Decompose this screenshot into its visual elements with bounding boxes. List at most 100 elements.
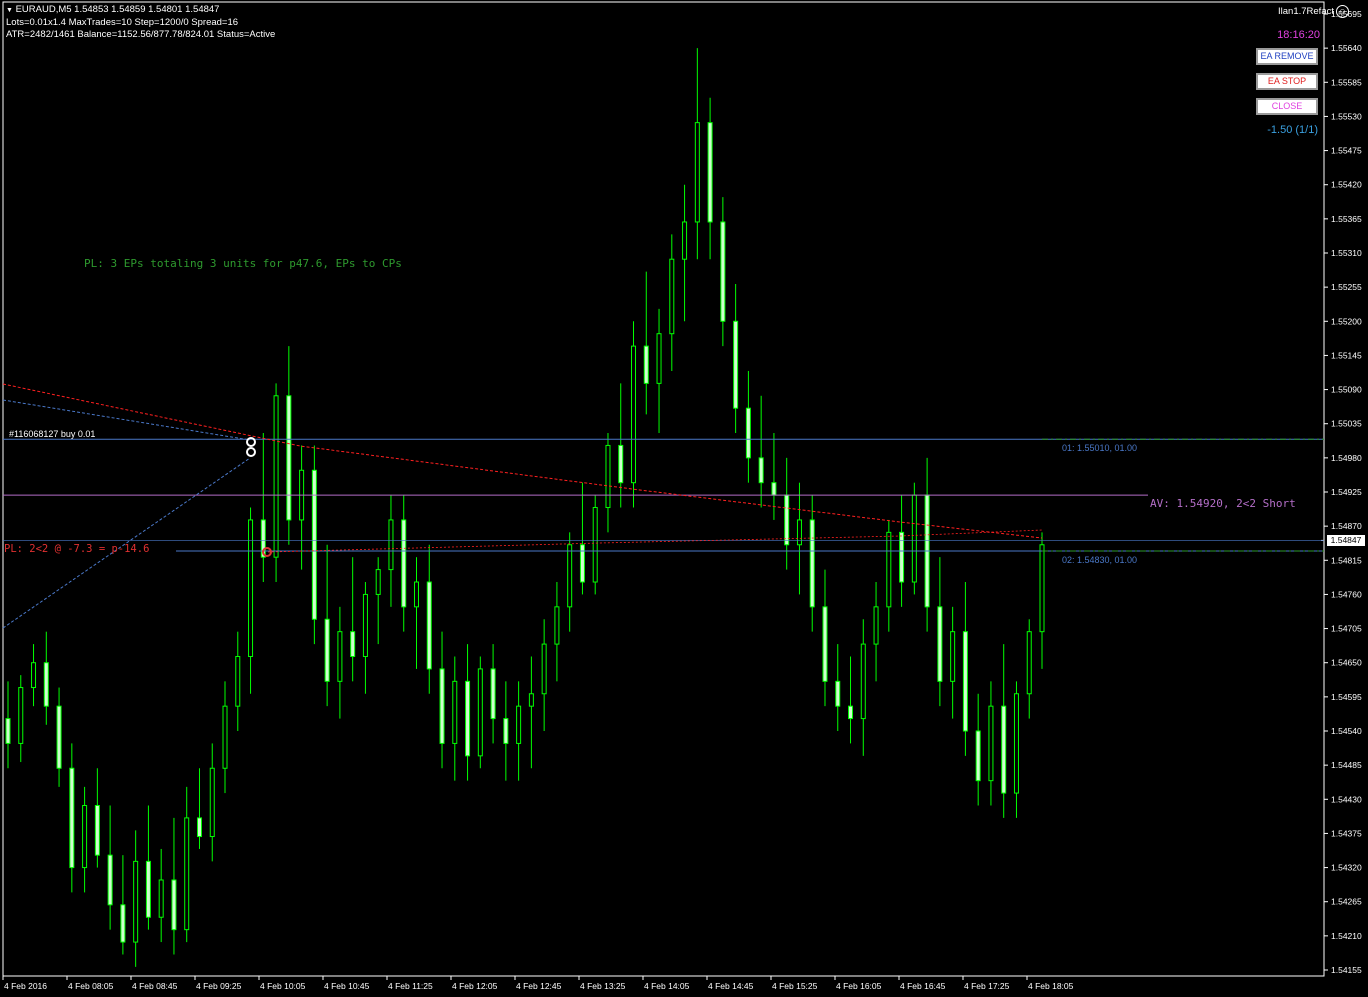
candle-body bbox=[809, 519, 815, 608]
candle[interactable] bbox=[69, 743, 75, 893]
candle-body bbox=[516, 705, 522, 744]
y-tick-label: 1.54375 bbox=[1331, 828, 1362, 838]
candle-body bbox=[388, 519, 394, 571]
candle[interactable] bbox=[324, 544, 330, 707]
candle[interactable] bbox=[56, 687, 62, 787]
candle[interactable] bbox=[643, 271, 649, 415]
candle[interactable] bbox=[260, 433, 266, 583]
y-tick-label: 1.55365 bbox=[1331, 214, 1362, 224]
candle[interactable] bbox=[950, 606, 956, 719]
candle[interactable] bbox=[656, 308, 662, 434]
ea-stop-button[interactable]: EA STOP bbox=[1256, 73, 1318, 90]
candle[interactable] bbox=[248, 507, 254, 694]
candle[interactable] bbox=[682, 184, 688, 322]
candle[interactable] bbox=[835, 644, 841, 731]
candle[interactable] bbox=[745, 370, 751, 483]
candle[interactable] bbox=[477, 656, 483, 769]
candle-body bbox=[975, 730, 981, 782]
candle[interactable] bbox=[375, 557, 381, 645]
candle[interactable] bbox=[401, 495, 407, 632]
candle[interactable] bbox=[720, 197, 726, 347]
entry-marker-icon[interactable] bbox=[246, 447, 256, 457]
candle[interactable] bbox=[196, 768, 202, 849]
candle[interactable] bbox=[184, 786, 190, 943]
candle[interactable] bbox=[43, 631, 49, 725]
candle[interactable] bbox=[669, 234, 675, 371]
x-tick-label: 4 Feb 11:25 bbox=[388, 981, 433, 991]
candle[interactable] bbox=[694, 48, 700, 260]
candle[interactable] bbox=[1039, 532, 1045, 669]
candle[interactable] bbox=[962, 582, 968, 756]
candle[interactable] bbox=[784, 457, 790, 570]
candle[interactable] bbox=[286, 346, 292, 545]
ea-remove-button[interactable]: EA REMOVE bbox=[1256, 48, 1318, 65]
candle[interactable] bbox=[413, 557, 419, 669]
candle[interactable] bbox=[133, 830, 139, 967]
candle[interactable] bbox=[1026, 619, 1032, 719]
collapse-triangle-icon[interactable]: ▼ bbox=[6, 7, 13, 14]
candle-body bbox=[196, 817, 202, 838]
candle[interactable] bbox=[18, 675, 24, 763]
candle[interactable] bbox=[516, 681, 522, 781]
x-tick-label: 4 Feb 2016 bbox=[4, 981, 47, 991]
candle[interactable] bbox=[439, 631, 445, 769]
candle[interactable] bbox=[273, 383, 279, 583]
candle[interactable] bbox=[362, 582, 368, 694]
current-price-tag: 1.54847 bbox=[1327, 535, 1365, 546]
candle[interactable] bbox=[631, 321, 637, 508]
candle[interactable] bbox=[120, 855, 126, 955]
candle[interactable] bbox=[503, 681, 509, 781]
candle[interactable] bbox=[579, 482, 585, 595]
candle[interactable] bbox=[1001, 644, 1007, 818]
candle[interactable] bbox=[886, 519, 892, 632]
candle[interactable] bbox=[860, 619, 866, 756]
candle[interactable] bbox=[937, 557, 943, 707]
candle[interactable] bbox=[82, 786, 88, 893]
candle[interactable] bbox=[605, 433, 611, 533]
candle[interactable] bbox=[490, 644, 496, 744]
candle[interactable] bbox=[235, 631, 241, 731]
candle[interactable] bbox=[809, 495, 815, 632]
candle[interactable] bbox=[911, 482, 917, 595]
candle-body bbox=[567, 544, 573, 608]
candle[interactable] bbox=[465, 644, 471, 781]
candle[interactable] bbox=[873, 582, 879, 682]
candle[interactable] bbox=[733, 284, 739, 434]
candle[interactable] bbox=[94, 768, 100, 868]
candle[interactable] bbox=[541, 619, 547, 731]
candle[interactable] bbox=[528, 656, 534, 769]
candle[interactable] bbox=[848, 656, 854, 744]
close-button[interactable]: CLOSE bbox=[1256, 98, 1318, 115]
candle[interactable] bbox=[758, 395, 764, 508]
candle[interactable] bbox=[222, 681, 228, 794]
candle-body bbox=[56, 705, 62, 769]
candle[interactable] bbox=[618, 383, 624, 508]
candle[interactable] bbox=[350, 557, 356, 682]
y-tick-label: 1.54540 bbox=[1331, 726, 1362, 736]
candle-body bbox=[120, 904, 126, 943]
candle[interactable] bbox=[5, 681, 11, 769]
candle-body bbox=[771, 482, 777, 496]
candle[interactable] bbox=[158, 848, 164, 943]
candle[interactable] bbox=[311, 445, 317, 645]
candle[interactable] bbox=[107, 805, 113, 930]
y-tick-label: 1.54705 bbox=[1331, 624, 1362, 634]
candle[interactable] bbox=[567, 532, 573, 632]
candle[interactable] bbox=[822, 569, 828, 707]
candle-body bbox=[94, 804, 100, 856]
candle[interactable] bbox=[426, 544, 432, 694]
candle[interactable] bbox=[988, 681, 994, 806]
candle[interactable] bbox=[171, 817, 177, 955]
candle[interactable] bbox=[592, 495, 598, 595]
candle[interactable] bbox=[554, 582, 560, 682]
candle[interactable] bbox=[209, 743, 215, 862]
candle[interactable] bbox=[975, 693, 981, 806]
candle[interactable] bbox=[924, 457, 930, 632]
candle[interactable] bbox=[452, 656, 458, 781]
candle-body bbox=[273, 395, 279, 558]
candle[interactable] bbox=[145, 805, 151, 930]
candle[interactable] bbox=[1013, 681, 1019, 818]
candle[interactable] bbox=[31, 644, 37, 707]
candle[interactable] bbox=[707, 97, 713, 260]
candle[interactable] bbox=[337, 606, 343, 719]
